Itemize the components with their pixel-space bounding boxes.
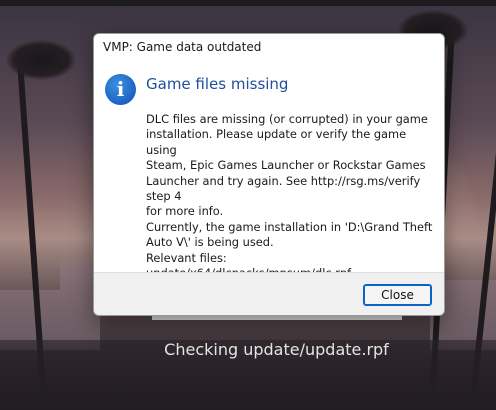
- message-line: for more info.: [146, 204, 224, 219]
- message-line: installation. Please update or verify th…: [146, 127, 407, 157]
- dialog-message: DLC files are missing (or corrupted) in …: [146, 112, 438, 281]
- loading-progress-fill: [152, 316, 402, 320]
- message-line: Relevant files:: [146, 250, 227, 265]
- message-line: DLC files are missing (or corrupted) in …: [146, 112, 428, 126]
- loading-progress-bar: [152, 316, 402, 320]
- loading-status-text: Checking update/update.rpf: [164, 340, 389, 359]
- close-button[interactable]: Close: [363, 284, 432, 306]
- message-dialog: VMP: Game data outdated i Game files mis…: [93, 33, 445, 316]
- message-line: Steam, Epic Games Launcher or Rockstar G…: [146, 158, 426, 173]
- top-bar: [0, 0, 496, 6]
- message-line: Launcher and try again. See http://rsg.m…: [146, 173, 421, 204]
- message-line: Currently, the game installation in 'D:\…: [146, 219, 433, 234]
- palm-crown: [6, 40, 76, 80]
- dialog-heading: Game files missing: [146, 75, 289, 93]
- message-line: Auto V\' is being used.: [146, 235, 274, 250]
- info-icon: i: [105, 74, 136, 105]
- dialog-title: VMP: Game data outdated: [94, 34, 444, 60]
- dialog-body: i Game files missing DLC files are missi…: [94, 60, 444, 280]
